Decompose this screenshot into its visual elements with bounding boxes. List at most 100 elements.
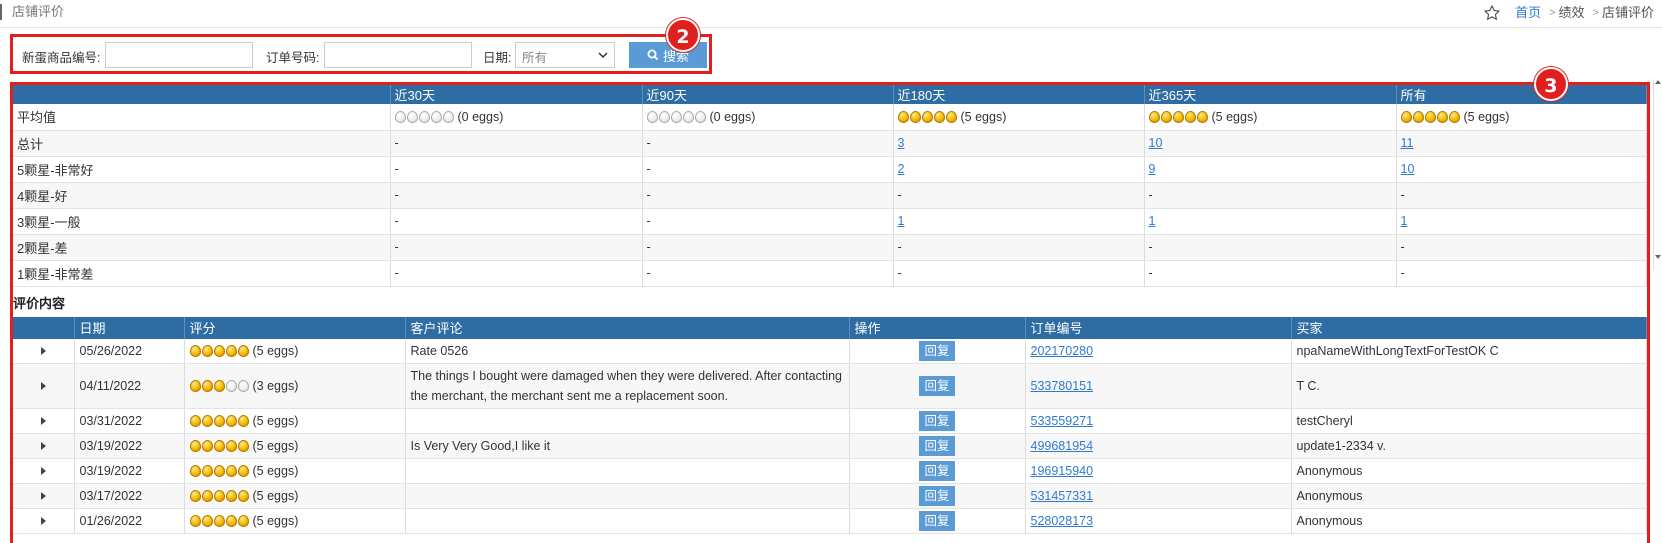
- egg-icon: [213, 380, 225, 392]
- reply-button[interactable]: 回复: [919, 411, 955, 431]
- egg-icon: [225, 465, 237, 477]
- summary-cell: (5 eggs): [893, 104, 1145, 131]
- review-date: 03/19/2022: [74, 458, 185, 484]
- egg-count-text: (5 eggs): [252, 343, 299, 358]
- summary-count-link[interactable]: 10: [1149, 136, 1163, 150]
- breadcrumb: 首页 > 绩效 > 店铺评价: [1483, 4, 1654, 22]
- egg-icon: [237, 440, 249, 452]
- order-number-link[interactable]: 528028173: [1031, 514, 1094, 528]
- egg-icon: [213, 490, 225, 502]
- order-number-link[interactable]: 533780151: [1031, 379, 1094, 393]
- egg-rating-icon: [189, 440, 249, 452]
- expand-caret-icon[interactable]: [40, 467, 46, 475]
- summary-empty-value: -: [646, 240, 651, 254]
- reply-button[interactable]: 回复: [919, 461, 955, 481]
- egg-count-text: (5 eggs): [1211, 109, 1258, 124]
- summary-row: 3颗星-一般 - -1 1 1: [13, 208, 1647, 235]
- summary-empty-value: -: [646, 162, 651, 176]
- review-actions: 回复: [849, 483, 1026, 509]
- breadcrumb-home-link[interactable]: 首页: [1515, 4, 1541, 22]
- page-title: 店铺评价: [0, 4, 64, 20]
- egg-icon: [418, 110, 430, 123]
- summary-empty-value: -: [394, 240, 399, 254]
- egg-rating-icon: [189, 415, 249, 427]
- review-comment-cell: [405, 408, 850, 434]
- expand-caret-icon[interactable]: [40, 442, 46, 450]
- summary-count-link[interactable]: 1: [898, 214, 905, 228]
- summary-count-link[interactable]: 10: [1401, 162, 1415, 176]
- reply-button[interactable]: 回复: [919, 511, 955, 531]
- expand-caret-icon[interactable]: [40, 382, 46, 390]
- order-number-link[interactable]: 531457331: [1031, 489, 1094, 503]
- summary-cell: -: [390, 130, 643, 157]
- review-comment-cell: The things I bought were damaged when th…: [405, 363, 850, 409]
- summary-count-link[interactable]: 1: [1401, 214, 1408, 228]
- date-select[interactable]: 所有: [515, 42, 615, 68]
- order-number-link[interactable]: 196915940: [1031, 464, 1094, 478]
- reviews-table: 日期 评分 客户评论 操作 订单编号 买家 05/26/2022 (5 eggs)…: [13, 316, 1647, 534]
- review-row: 05/26/2022 (5 eggs) Rate 0526 回复 202170280 np…: [13, 338, 1647, 364]
- egg-count-text: (5 eggs): [1463, 109, 1510, 124]
- reply-button[interactable]: 回复: [919, 486, 955, 506]
- egg-icon: [406, 110, 418, 123]
- expand-caret-icon[interactable]: [40, 417, 46, 425]
- summary-count-link[interactable]: 2: [898, 162, 905, 176]
- product-number-input[interactable]: [105, 42, 253, 68]
- reviews-col-header: 订单编号: [1025, 316, 1292, 339]
- summary-count-link[interactable]: 1: [1149, 214, 1156, 228]
- review-row: 01/26/2022 (5 eggs) 回复 528028173 Anonymous: [13, 508, 1647, 534]
- egg-rating-icon: [1148, 110, 1208, 123]
- summary-count-link[interactable]: 3: [898, 136, 905, 150]
- egg-icon: [201, 440, 213, 452]
- egg-rating-icon: [646, 110, 706, 123]
- egg-icon: [1400, 110, 1412, 123]
- order-number-cell: 528028173: [1025, 508, 1292, 534]
- review-date: 03/31/2022: [74, 408, 185, 434]
- egg-icon: [213, 344, 225, 357]
- review-rating: (5 eggs): [184, 338, 406, 364]
- summary-cell: 10: [1396, 156, 1647, 183]
- egg-icon: [213, 515, 225, 527]
- reply-button[interactable]: 回复: [919, 376, 955, 396]
- egg-icon: [189, 344, 201, 357]
- order-number-input[interactable]: [324, 42, 472, 68]
- summary-count-link[interactable]: 11: [1401, 136, 1414, 150]
- scroll-up-icon[interactable]: [1655, 80, 1661, 84]
- order-number-cell: 196915940: [1025, 458, 1292, 484]
- egg-icon: [1172, 110, 1184, 123]
- review-date: 05/26/2022: [74, 338, 185, 364]
- egg-icon: [682, 110, 694, 123]
- reply-button[interactable]: 回复: [919, 436, 955, 456]
- review-date: 03/17/2022: [74, 483, 185, 509]
- review-row: 04/11/2022 (3 eggs) The things I bought we…: [13, 363, 1647, 409]
- breadcrumb-separator-icon: >: [1592, 7, 1599, 19]
- expand-caret-icon[interactable]: [40, 517, 46, 525]
- expand-caret-icon[interactable]: [40, 492, 46, 500]
- expand-cell: [13, 433, 75, 459]
- expand-caret-icon[interactable]: [40, 346, 46, 355]
- order-number-link[interactable]: 533559271: [1031, 414, 1094, 428]
- reply-button[interactable]: 回复: [919, 340, 955, 361]
- scroll-down-icon[interactable]: [1655, 255, 1661, 259]
- egg-count-text: (5 eggs): [252, 414, 299, 428]
- scrollbar[interactable]: [1653, 80, 1662, 270]
- summary-cell: 1: [893, 208, 1145, 235]
- order-number-link[interactable]: 202170280: [1031, 344, 1094, 358]
- summary-count-link[interactable]: 9: [1149, 162, 1156, 176]
- order-number-link[interactable]: 499681954: [1031, 439, 1094, 453]
- review-comment: [411, 469, 844, 473]
- egg-icon: [189, 380, 201, 392]
- review-rating: (5 eggs): [184, 433, 406, 459]
- star-icon[interactable]: [1483, 4, 1501, 22]
- review-rating: (5 eggs): [184, 458, 406, 484]
- egg-icon: [213, 465, 225, 477]
- main-panel: 近30天 近90天 近180天 近365天 所有 平均值 (0 eggs) (0 e…: [10, 82, 1650, 543]
- summary-cell: -: [390, 260, 643, 287]
- egg-icon: [225, 380, 237, 392]
- summary-empty-value: -: [897, 188, 902, 202]
- summary-cell: (5 eggs): [1144, 104, 1397, 131]
- breadcrumb-current: 店铺评价: [1601, 5, 1654, 20]
- egg-icon: [1148, 110, 1160, 123]
- egg-rating-icon: [189, 515, 249, 527]
- review-actions: 回复: [849, 433, 1026, 459]
